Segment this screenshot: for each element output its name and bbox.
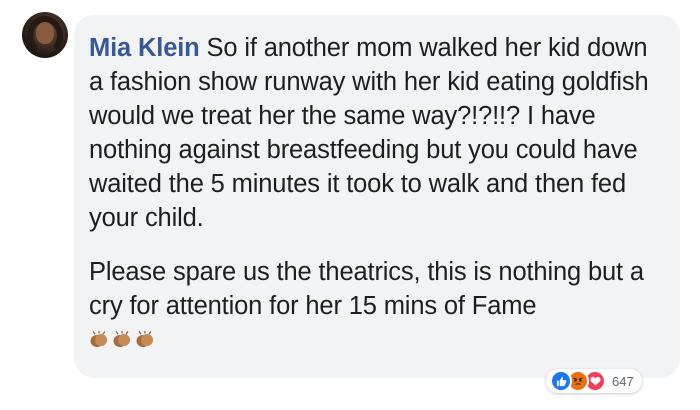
comment-text-1: So if another mom walked her kid down a … bbox=[89, 34, 649, 232]
like-icon bbox=[550, 370, 572, 392]
comment-text-2: Please spare us the theatrics, this is n… bbox=[89, 258, 644, 320]
reaction-count: 647 bbox=[612, 373, 634, 389]
emoji-row bbox=[89, 331, 660, 349]
avatar-face bbox=[36, 22, 54, 44]
author-name[interactable]: Mia Klein bbox=[89, 34, 200, 62]
clapping-hands-icon bbox=[112, 331, 132, 349]
comment-bubble: Mia Klein So if another mom walked her k… bbox=[74, 15, 680, 378]
clapping-hands-icon bbox=[89, 331, 109, 349]
clapping-hands-icon bbox=[135, 331, 155, 349]
reaction-summary[interactable]: 647 bbox=[546, 369, 642, 393]
comment-paragraph-2: Please spare us the theatrics, this is n… bbox=[89, 255, 660, 323]
avatar[interactable] bbox=[22, 12, 68, 58]
comment-paragraph-1: Mia Klein So if another mom walked her k… bbox=[89, 31, 660, 235]
